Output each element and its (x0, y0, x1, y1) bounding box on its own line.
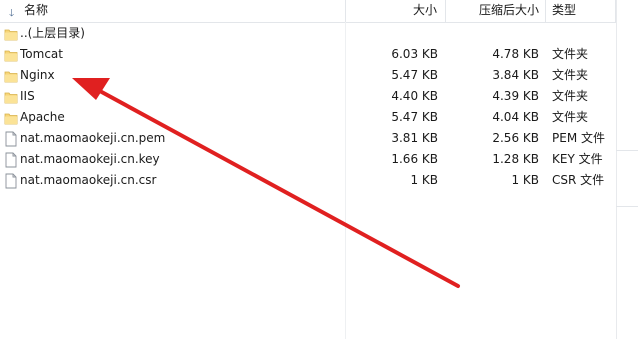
file-name: Apache (20, 110, 65, 124)
file-compressed-size: 4.04 KB (492, 110, 539, 124)
file-size: 5.47 KB (391, 68, 438, 82)
file-type: 文件夹 (552, 47, 589, 61)
file-size (346, 23, 438, 44)
folder-icon (4, 26, 18, 42)
column-header-name[interactable]: 🡓 名称 (0, 0, 346, 22)
column-header-type[interactable]: 类型 (546, 0, 616, 22)
file-size: 6.03 KB (391, 47, 438, 61)
file-compressed-size: 1.28 KB (492, 152, 539, 166)
file-type: CSR 文件 (552, 173, 605, 187)
file-name: nat.maomaokeji.cn.pem (20, 131, 166, 145)
file-type: 文件夹 (552, 68, 589, 82)
file-row[interactable]: ..(上层目录) (0, 23, 616, 44)
column-header-size-label: 大小 (412, 3, 437, 17)
file-compressed-size: 4.39 KB (492, 89, 539, 103)
file-name: ..(上层目录) (20, 26, 85, 40)
file-compressed-size: 2.56 KB (492, 131, 539, 145)
file-name: nat.maomaokeji.cn.key (20, 152, 160, 166)
file-type: PEM 文件 (552, 131, 605, 145)
file-list: ..(上层目录) Tomcat 6.03 KB 4.78 KB 文件夹 Nginx 5.47… (0, 23, 616, 191)
file-size: 1.66 KB (391, 152, 438, 166)
file-icon (4, 173, 18, 189)
file-row[interactable]: nat.maomaokeji.cn.key 1.66 KB 1.28 KB KEY 文… (0, 149, 616, 170)
file-type: KEY 文件 (552, 152, 603, 166)
file-type (552, 23, 616, 44)
folder-icon (4, 89, 18, 105)
folder-icon (4, 68, 18, 84)
column-header-type-label: 类型 (552, 3, 577, 17)
column-header-name-label: 名称 (24, 3, 49, 17)
column-header-bar: 🡓 名称 大小 压缩后大小 类型 (0, 0, 638, 23)
file-compressed-size: 4.78 KB (492, 47, 539, 61)
file-name: nat.maomaokeji.cn.csr (20, 173, 157, 187)
file-compressed-size: 3.84 KB (492, 68, 539, 82)
side-pane-line (616, 150, 638, 151)
file-row[interactable]: Tomcat 6.03 KB 4.78 KB 文件夹 (0, 44, 616, 65)
file-size: 4.40 KB (391, 89, 438, 103)
side-pane (616, 0, 638, 339)
file-row[interactable]: nat.maomaokeji.cn.pem 3.81 KB 2.56 KB PEM 文… (0, 128, 616, 149)
file-name: IIS (20, 89, 35, 103)
file-row[interactable]: IIS 4.40 KB 4.39 KB 文件夹 (0, 86, 616, 107)
file-icon (4, 152, 18, 168)
file-size: 3.81 KB (391, 131, 438, 145)
sort-down-icon: 🡓 (9, 8, 15, 19)
file-row[interactable]: Apache 5.47 KB 4.04 KB 文件夹 (0, 107, 616, 128)
file-size: 5.47 KB (391, 110, 438, 124)
folder-icon (4, 47, 18, 63)
file-type: 文件夹 (552, 89, 589, 103)
file-size: 1 KB (410, 173, 438, 187)
folder-icon (4, 110, 18, 126)
file-icon (4, 131, 18, 147)
column-header-compressed-label: 压缩后大小 (478, 3, 539, 17)
file-name: Tomcat (20, 47, 63, 61)
file-compressed-size (446, 23, 539, 44)
side-pane-line (616, 206, 638, 207)
file-compressed-size: 1 KB (511, 173, 539, 187)
file-name: Nginx (20, 68, 55, 82)
file-type: 文件夹 (552, 110, 589, 124)
column-header-compressed-size[interactable]: 压缩后大小 (446, 0, 546, 22)
file-row[interactable]: nat.maomaokeji.cn.csr 1 KB 1 KB CSR 文件 (0, 170, 616, 191)
column-header-size[interactable]: 大小 (346, 0, 446, 22)
file-row[interactable]: Nginx 5.47 KB 3.84 KB 文件夹 (0, 65, 616, 86)
